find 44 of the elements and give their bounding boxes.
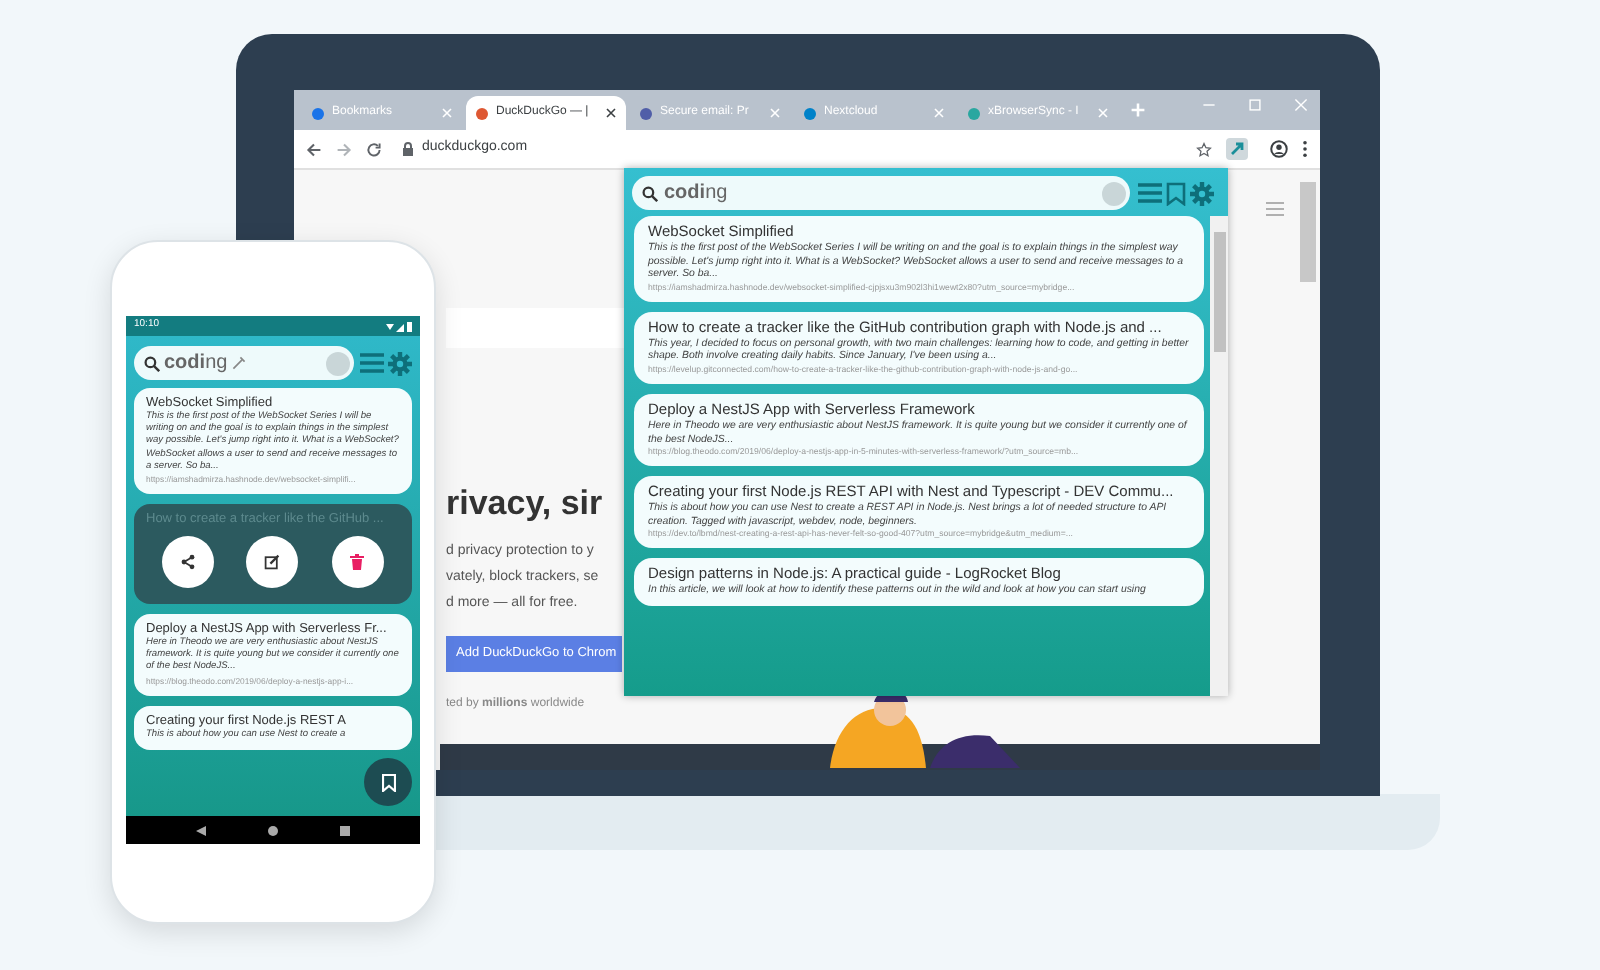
bookmark-icon	[381, 773, 395, 791]
forward-arrow-icon[interactable]	[336, 141, 352, 157]
list-icon[interactable]	[1138, 182, 1162, 204]
edit-button[interactable]	[246, 536, 299, 589]
menu-icon[interactable]	[1266, 202, 1284, 216]
search-icon	[642, 185, 658, 201]
pen-icon[interactable]	[231, 356, 246, 370]
edit-icon	[264, 554, 281, 571]
bookmark-fab[interactable]	[364, 758, 412, 806]
popup-scrollbar[interactable]	[1210, 216, 1228, 696]
home-icon[interactable]	[267, 825, 278, 835]
result-card[interactable]	[134, 388, 412, 495]
search-field[interactable]: coding	[632, 176, 1130, 210]
page-scrollbar[interactable]	[1300, 182, 1316, 282]
settings-icon[interactable]	[388, 351, 412, 375]
profile-icon[interactable]	[1270, 140, 1288, 158]
delete-button[interactable]	[331, 536, 384, 589]
list-icon[interactable]	[360, 352, 384, 374]
back-icon[interactable]	[196, 825, 207, 835]
settings-icon[interactable]	[1190, 181, 1214, 205]
trash-icon	[350, 554, 365, 571]
search-field[interactable]: coding	[134, 346, 354, 380]
star-icon[interactable]	[1196, 141, 1212, 157]
result-card[interactable]	[634, 311, 1204, 384]
extension-icon[interactable]	[1226, 138, 1248, 160]
result-card[interactable]	[634, 216, 1204, 302]
tab-close-icon[interactable]	[606, 108, 616, 118]
search-icon	[144, 355, 160, 371]
close-icon[interactable]	[1294, 98, 1308, 112]
back-arrow-icon[interactable]	[306, 141, 322, 157]
share-icon	[180, 554, 197, 571]
bookmark-icon[interactable]	[1166, 181, 1186, 205]
new-tab-icon[interactable]	[1130, 102, 1146, 118]
signal-battery-icon	[386, 321, 412, 331]
result-card[interactable]	[634, 476, 1204, 549]
result-card[interactable]	[134, 614, 412, 696]
search-bar[interactable]	[446, 308, 630, 348]
lock-icon	[402, 142, 414, 156]
result-card[interactable]	[634, 393, 1204, 467]
recents-icon[interactable]	[339, 825, 350, 835]
more-menu-icon[interactable]	[1302, 140, 1308, 158]
reload-icon[interactable]	[366, 141, 382, 157]
share-button[interactable]	[162, 536, 215, 589]
page-heading: rivacy, sir	[446, 484, 603, 524]
